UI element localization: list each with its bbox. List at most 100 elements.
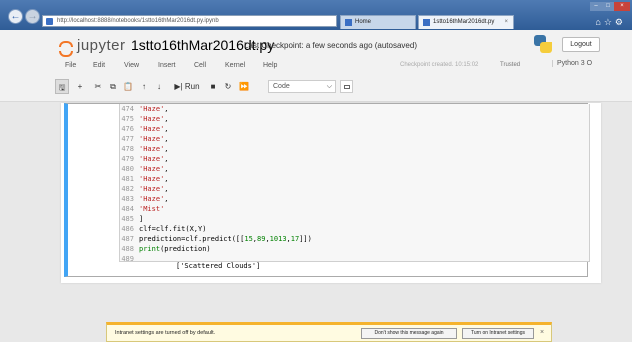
code-line[interactable]: 489 [120, 254, 139, 264]
page-favicon-icon [46, 18, 53, 25]
line-number: 479 [121, 155, 134, 163]
menu-help[interactable]: Help [263, 62, 277, 69]
line-number: 478 [121, 145, 134, 153]
browser-toolbar: ← → http://localhost:8888/notebooks/1stt… [0, 0, 632, 30]
code-text: 'Haze', [139, 195, 169, 203]
maximize-button[interactable]: □ [602, 2, 614, 11]
close-window-button[interactable]: × [614, 2, 630, 11]
browser-tools: ⌂☆⚙ [595, 17, 626, 28]
keyboard-icon[interactable] [340, 80, 353, 93]
code-text: 'Haze', [139, 155, 169, 163]
line-number: 481 [121, 175, 134, 183]
line-number: 480 [121, 165, 134, 173]
settings-gear-icon[interactable]: ⚙ [615, 17, 626, 27]
menu-bar: File Edit View Insert Cell Kernel Help [55, 59, 606, 75]
code-text: 'Haze', [139, 105, 169, 113]
cut-icon[interactable]: ✂ [92, 79, 104, 94]
code-line[interactable]: 487 prediction=clf.predict([[15,89,1013,1… [120, 234, 312, 244]
code-line[interactable]: 475 'Haze', [120, 114, 169, 124]
menu-view[interactable]: View [124, 62, 139, 69]
checkpoint-status: Last Checkpoint: a few seconds ago (auto… [244, 41, 417, 50]
code-cell[interactable]: 474 'Haze', 475 'Haze', 476 'Haze', 477 'Haze',… [64, 103, 590, 277]
code-line[interactable]: 485] [120, 214, 143, 224]
add-cell-icon[interactable]: + [74, 79, 86, 94]
tab-close-icon[interactable]: × [504, 16, 508, 29]
menu-kernel[interactable]: Kernel [225, 62, 245, 69]
trusted-indicator[interactable]: Trusted [500, 62, 520, 68]
code-text: 'Haze', [139, 165, 169, 173]
back-button[interactable]: ← [8, 9, 23, 24]
line-number: 488 [121, 245, 134, 253]
code-line[interactable]: 481 'Haze', [120, 174, 169, 184]
code-text: 'Haze', [139, 135, 169, 143]
restart-icon[interactable]: ↻ [222, 79, 234, 94]
intranet-notification-bar: Intranet settings are turned off by defa… [106, 322, 552, 342]
move-down-icon[interactable]: ↓ [153, 79, 165, 94]
jupyter-brand[interactable]: jupyter [77, 37, 126, 54]
save-icon[interactable]: 🖫 [55, 79, 69, 94]
code-text: 'Haze', [139, 125, 169, 133]
tab-home[interactable]: Home [340, 15, 416, 29]
code-editor[interactable]: 474 'Haze', 475 'Haze', 476 'Haze', 477 'Haze',… [119, 104, 590, 264]
paste-icon[interactable]: 📋 [122, 79, 134, 94]
code-text: ] [139, 215, 144, 223]
run-button[interactable]: ▶| Run [171, 79, 203, 94]
move-up-icon[interactable]: ↑ [138, 79, 150, 94]
fast-forward-icon[interactable]: ⏩ [237, 79, 251, 94]
code-line[interactable]: 486 clf=clf.fit(X,Y) [120, 224, 206, 234]
copy-icon[interactable]: ⧉ [107, 79, 119, 94]
kernel-name: Python 3 O [552, 60, 592, 67]
code-text: clf=clf.fit(X,Y) [139, 225, 207, 233]
code-text: 'Haze', [139, 185, 169, 193]
line-number: 482 [121, 185, 134, 193]
code-text: 'Haze', [139, 145, 169, 153]
code-line[interactable]: 476 'Haze', [120, 124, 169, 134]
notebook-area: 474 'Haze', 475 'Haze', 476 'Haze', 477 'Haze',… [0, 103, 632, 342]
run-icon: ▶| [174, 82, 183, 91]
notebook-toolbar: 🖫 + ✂ ⧉ 📋 ↑ ↓ ▶| Run ■ ↻ ⏩ Code ⌵ [55, 79, 606, 96]
menu-file[interactable]: File [65, 62, 76, 69]
tab-notebook[interactable]: 1stto16thMar2016dt.py × [418, 15, 514, 29]
stop-icon[interactable]: ■ [207, 79, 219, 94]
favorites-star-icon[interactable]: ☆ [604, 17, 615, 27]
jupyter-logo-icon[interactable] [59, 41, 73, 57]
code-line[interactable]: 479 'Haze', [120, 154, 169, 164]
dont-show-again-button[interactable]: Don't show this message again [361, 328, 457, 339]
tab-favicon-icon [345, 19, 352, 26]
menu-insert[interactable]: Insert [158, 62, 176, 69]
code-line[interactable]: 480 'Haze', [120, 164, 169, 174]
code-line[interactable]: 483 'Haze', [120, 194, 169, 204]
line-number: 474 [121, 105, 134, 113]
code-text: 'Haze', [139, 175, 169, 183]
menu-cell[interactable]: Cell [194, 62, 206, 69]
code-line[interactable]: 477 'Haze', [120, 134, 169, 144]
checkpoint-created-notice: Checkpoint created. 10:15:02 [400, 62, 479, 68]
code-text: 'Mist' [139, 205, 165, 213]
line-number: 475 [121, 115, 134, 123]
menu-edit[interactable]: Edit [93, 62, 105, 69]
cell-type-value: Code [273, 83, 290, 90]
code-text: 'Haze', [139, 115, 169, 123]
code-line[interactable]: 488 print(prediction) [120, 244, 210, 254]
home-icon[interactable]: ⌂ [595, 17, 603, 27]
line-number: 485 [121, 215, 134, 223]
minimize-button[interactable]: – [590, 2, 602, 11]
line-number: 484 [121, 205, 134, 213]
cell-type-select[interactable]: Code ⌵ [268, 80, 336, 93]
code-line[interactable]: 484 'Mist' [120, 204, 164, 214]
code-line[interactable]: 482 'Haze', [120, 184, 169, 194]
line-number: 486 [121, 225, 134, 233]
cell-output: ['Scattered Clouds'] [176, 262, 261, 270]
logout-button[interactable]: Logout [562, 37, 600, 52]
address-bar[interactable]: http://localhost:8888/notebooks/1stto16t… [42, 15, 337, 27]
turn-on-intranet-button[interactable]: Turn on Intranet settings [462, 328, 534, 339]
window-controls: – □ × [590, 2, 630, 11]
forward-button[interactable]: → [25, 9, 40, 24]
code-line[interactable]: 474 'Haze', [120, 104, 169, 114]
code-line[interactable]: 478 'Haze', [120, 144, 169, 154]
tab-favicon-icon [423, 19, 430, 26]
kernel-name-label: Python 3 [557, 60, 585, 67]
code-text: prediction=clf.predict([[15,89,1013,17]]… [139, 235, 312, 243]
line-number: 489 [121, 255, 134, 263]
close-icon[interactable]: × [540, 329, 544, 336]
